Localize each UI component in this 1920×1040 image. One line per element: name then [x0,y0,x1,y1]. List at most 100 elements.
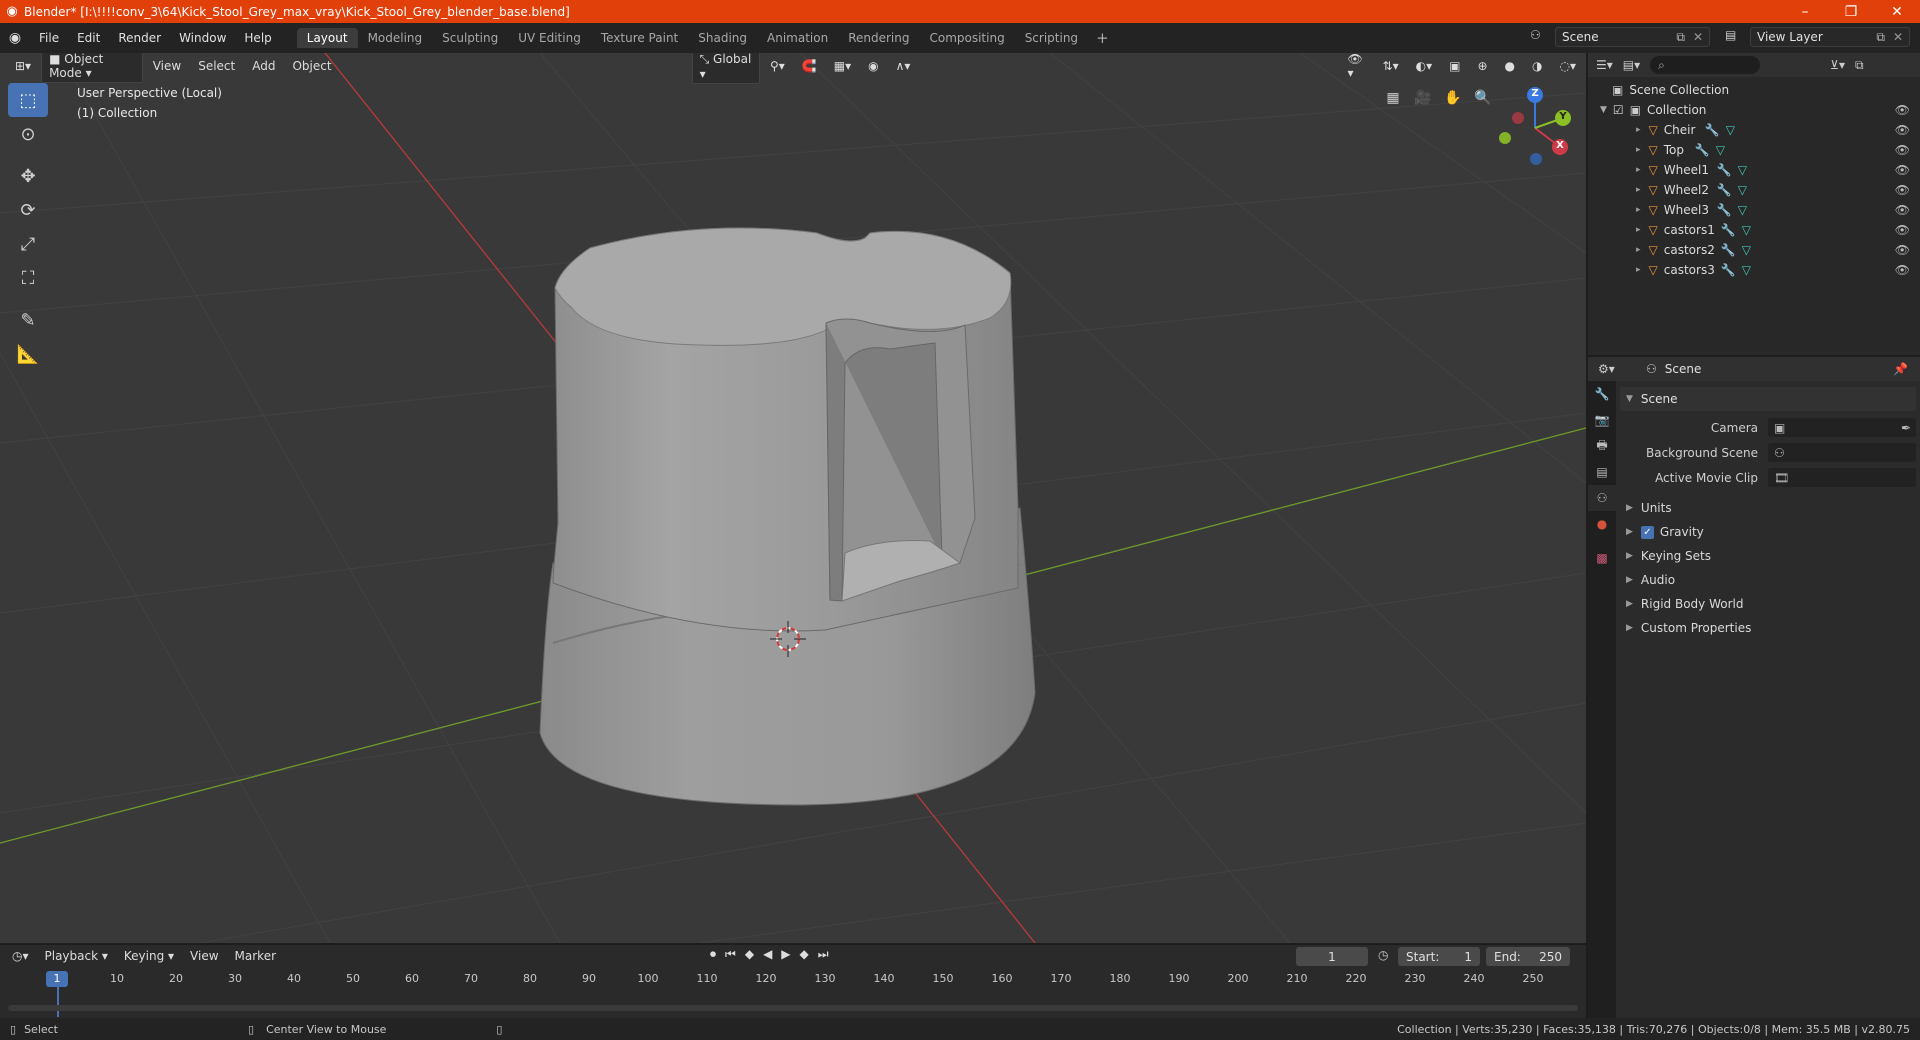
proportional-edit-icon[interactable]: ◉ [861,57,885,75]
gizmo-toggle-icon[interactable]: ⇅▾ [1376,57,1406,75]
visibility-eye-icon[interactable]: 👁 [1895,163,1910,177]
jump-end-icon[interactable]: ⏭ [818,947,829,962]
modifier-wrench-icon[interactable]: 🔧 [1721,243,1736,257]
view-layer-selector[interactable]: View Layer ⧉ ✕ [1750,27,1910,47]
view-layer-tab-icon[interactable]: ▤ [1588,459,1616,485]
tab-texture-paint[interactable]: Texture Paint [591,28,688,48]
display-mode-icon[interactable]: ▤▾ [1623,58,1640,72]
filter-icon[interactable]: ⊻▾ [1830,58,1845,72]
scene-section-header[interactable]: ▼ Scene [1620,387,1916,411]
visibility-eye-icon[interactable]: 👁 [1895,243,1910,257]
visibility-eye-icon[interactable]: 👁 [1895,263,1910,277]
pivot-icon[interactable]: ⚲▾ [763,57,792,75]
custom-properties-panel[interactable]: ▶ Custom Properties [1620,616,1916,640]
camera-field[interactable]: ▣ ✒ [1768,418,1916,437]
marker-menu[interactable]: Marker [227,949,284,963]
blender-menu-icon[interactable]: ◉ [0,30,30,46]
output-tab-icon[interactable]: 🖶 [1588,433,1616,459]
visibility-eye-icon[interactable]: 👁 [1895,123,1910,137]
tool-settings-tab-icon[interactable]: 🔧 [1588,381,1616,407]
outliner-editor-icon[interactable]: ☰▾ [1596,58,1613,72]
keying-sets-panel[interactable]: ▶ Keying Sets [1620,544,1916,568]
move-tool-icon[interactable]: ✥ [8,159,48,193]
view-layer-icon[interactable]: ▤ [1725,28,1736,42]
menu-help[interactable]: Help [235,31,280,45]
current-frame-marker[interactable]: 1 [46,971,68,987]
outliner-object-row[interactable]: ▸ ▽ Wheel2 🔧 ▽ 👁 [1588,180,1920,200]
outliner-object-row[interactable]: ▸ ▽ castors3 🔧 ▽ 👁 [1588,260,1920,280]
current-frame-field[interactable]: 1 [1296,947,1368,966]
timeline-scrollbar[interactable] [8,1005,1578,1011]
outliner-object-row[interactable]: ▸ ▽ castors1 🔧 ▽ 👁 [1588,220,1920,240]
outliner-object-row[interactable]: ▸ ▽ castors2 🔧 ▽ 👁 [1588,240,1920,260]
timeline-view-menu[interactable]: View [182,949,226,963]
menu-render[interactable]: Render [109,31,170,45]
tab-modeling[interactable]: Modeling [358,28,433,48]
preview-range-clock-icon[interactable]: ◷ [1378,948,1388,962]
tab-compositing[interactable]: Compositing [919,28,1014,48]
next-keyframe-icon[interactable]: ◆ [800,947,809,962]
scene-type-icon[interactable]: ⚇ [1530,28,1541,42]
new-view-layer-icon[interactable]: ⧉ [1876,30,1885,45]
visibility-icon[interactable]: 👁▾ [1340,53,1372,82]
modifier-wrench-icon[interactable]: 🔧 [1717,163,1732,177]
tab-animation[interactable]: Animation [757,28,838,48]
active-movie-clip-field[interactable]: 🎞 [1768,468,1916,487]
mesh-data-icon[interactable]: ▽ [1742,243,1751,257]
menu-object[interactable]: Object [285,57,338,75]
texture-tab-icon[interactable]: ▩ [1588,545,1616,571]
select-box-tool-icon[interactable]: ⬚ [8,83,48,117]
modifier-wrench-icon[interactable]: 🔧 [1705,123,1720,137]
mesh-data-icon[interactable]: ▽ [1742,223,1751,237]
new-scene-icon[interactable]: ⧉ [1676,30,1685,45]
mode-dropdown[interactable]: ■ Object Mode ▾ [41,53,143,83]
tab-sculpting[interactable]: Sculpting [432,28,508,48]
collection-row[interactable]: ▼ ☑ ▣ Collection 👁 [1588,100,1920,120]
playback-menu[interactable]: Playback ▾ [37,949,116,963]
outliner-object-row[interactable]: ▸ ▽ Wheel3 🔧 ▽ 👁 [1588,200,1920,220]
orientation-dropdown[interactable]: ⤡ Global ▾ [691,53,760,84]
gravity-panel[interactable]: ▶ ✓ Gravity [1620,520,1916,544]
menu-view[interactable]: View [146,57,188,75]
menu-select[interactable]: Select [191,57,242,75]
mesh-data-icon[interactable]: ▽ [1716,143,1725,157]
menu-edit[interactable]: Edit [68,31,109,45]
timeline-editor-icon[interactable]: ◷▾ [4,949,37,963]
modifier-wrench-icon[interactable]: 🔧 [1695,143,1710,157]
visibility-eye-icon[interactable]: 👁 [1895,103,1910,117]
rigid-body-world-panel[interactable]: ▶ Rigid Body World [1620,592,1916,616]
mesh-data-icon[interactable]: ▽ [1738,163,1747,177]
measure-tool-icon[interactable]: 📐 [8,337,48,371]
modifier-wrench-icon[interactable]: 🔧 [1721,263,1736,277]
outliner-object-row[interactable]: ▸ ▽ Top 🔧 ▽ 👁 [1588,140,1920,160]
outliner-object-row[interactable]: ▸ ▽ Cheir 🔧 ▽ 👁 [1588,120,1920,140]
solid-shading-icon[interactable]: ● [1498,57,1522,75]
jump-start-icon[interactable]: ⏮ [725,947,736,962]
outliner-search[interactable]: ⌕ [1650,56,1761,74]
menu-window[interactable]: Window [170,31,235,45]
mesh-data-icon[interactable]: ▽ [1726,123,1735,137]
visibility-eye-icon[interactable]: 👁 [1895,143,1910,157]
world-tab-icon[interactable]: ● [1588,511,1616,537]
falloff-icon[interactable]: ∧▾ [889,57,918,75]
modifier-wrench-icon[interactable]: 🔧 [1717,203,1732,217]
scale-tool-icon[interactable]: ⤢ [8,227,48,261]
frame-ruler[interactable]: 1 10 20 30 40 50 60 70 80 90 100 110 120 130 140 150 16… [0,969,1586,1017]
background-scene-field[interactable]: ⚇ [1768,443,1916,462]
wireframe-shading-icon[interactable]: ⊕ [1470,57,1494,75]
start-frame-field[interactable]: Start: 1 [1398,947,1480,966]
editor-type-icon[interactable]: ⊞▾ [8,57,38,75]
overlay-toggle-icon[interactable]: ◐▾ [1409,57,1440,75]
menu-add[interactable]: Add [245,57,282,75]
visibility-eye-icon[interactable]: 👁 [1895,203,1910,217]
tab-uv-editing[interactable]: UV Editing [508,28,591,48]
delete-view-layer-icon[interactable]: ✕ [1893,30,1903,44]
annotate-tool-icon[interactable]: ✎ [8,303,48,337]
scene-selector[interactable]: Scene ⧉ ✕ [1555,27,1710,47]
navigation-gizmo[interactable]: Z X Y [1490,83,1580,173]
properties-editor-icon[interactable]: ⚙▾ [1598,362,1615,376]
audio-panel[interactable]: ▶ Audio [1620,568,1916,592]
close-button[interactable]: ✕ [1874,4,1920,20]
keying-menu[interactable]: Keying ▾ [116,949,182,963]
gravity-checkbox-icon[interactable]: ✓ [1640,525,1654,539]
